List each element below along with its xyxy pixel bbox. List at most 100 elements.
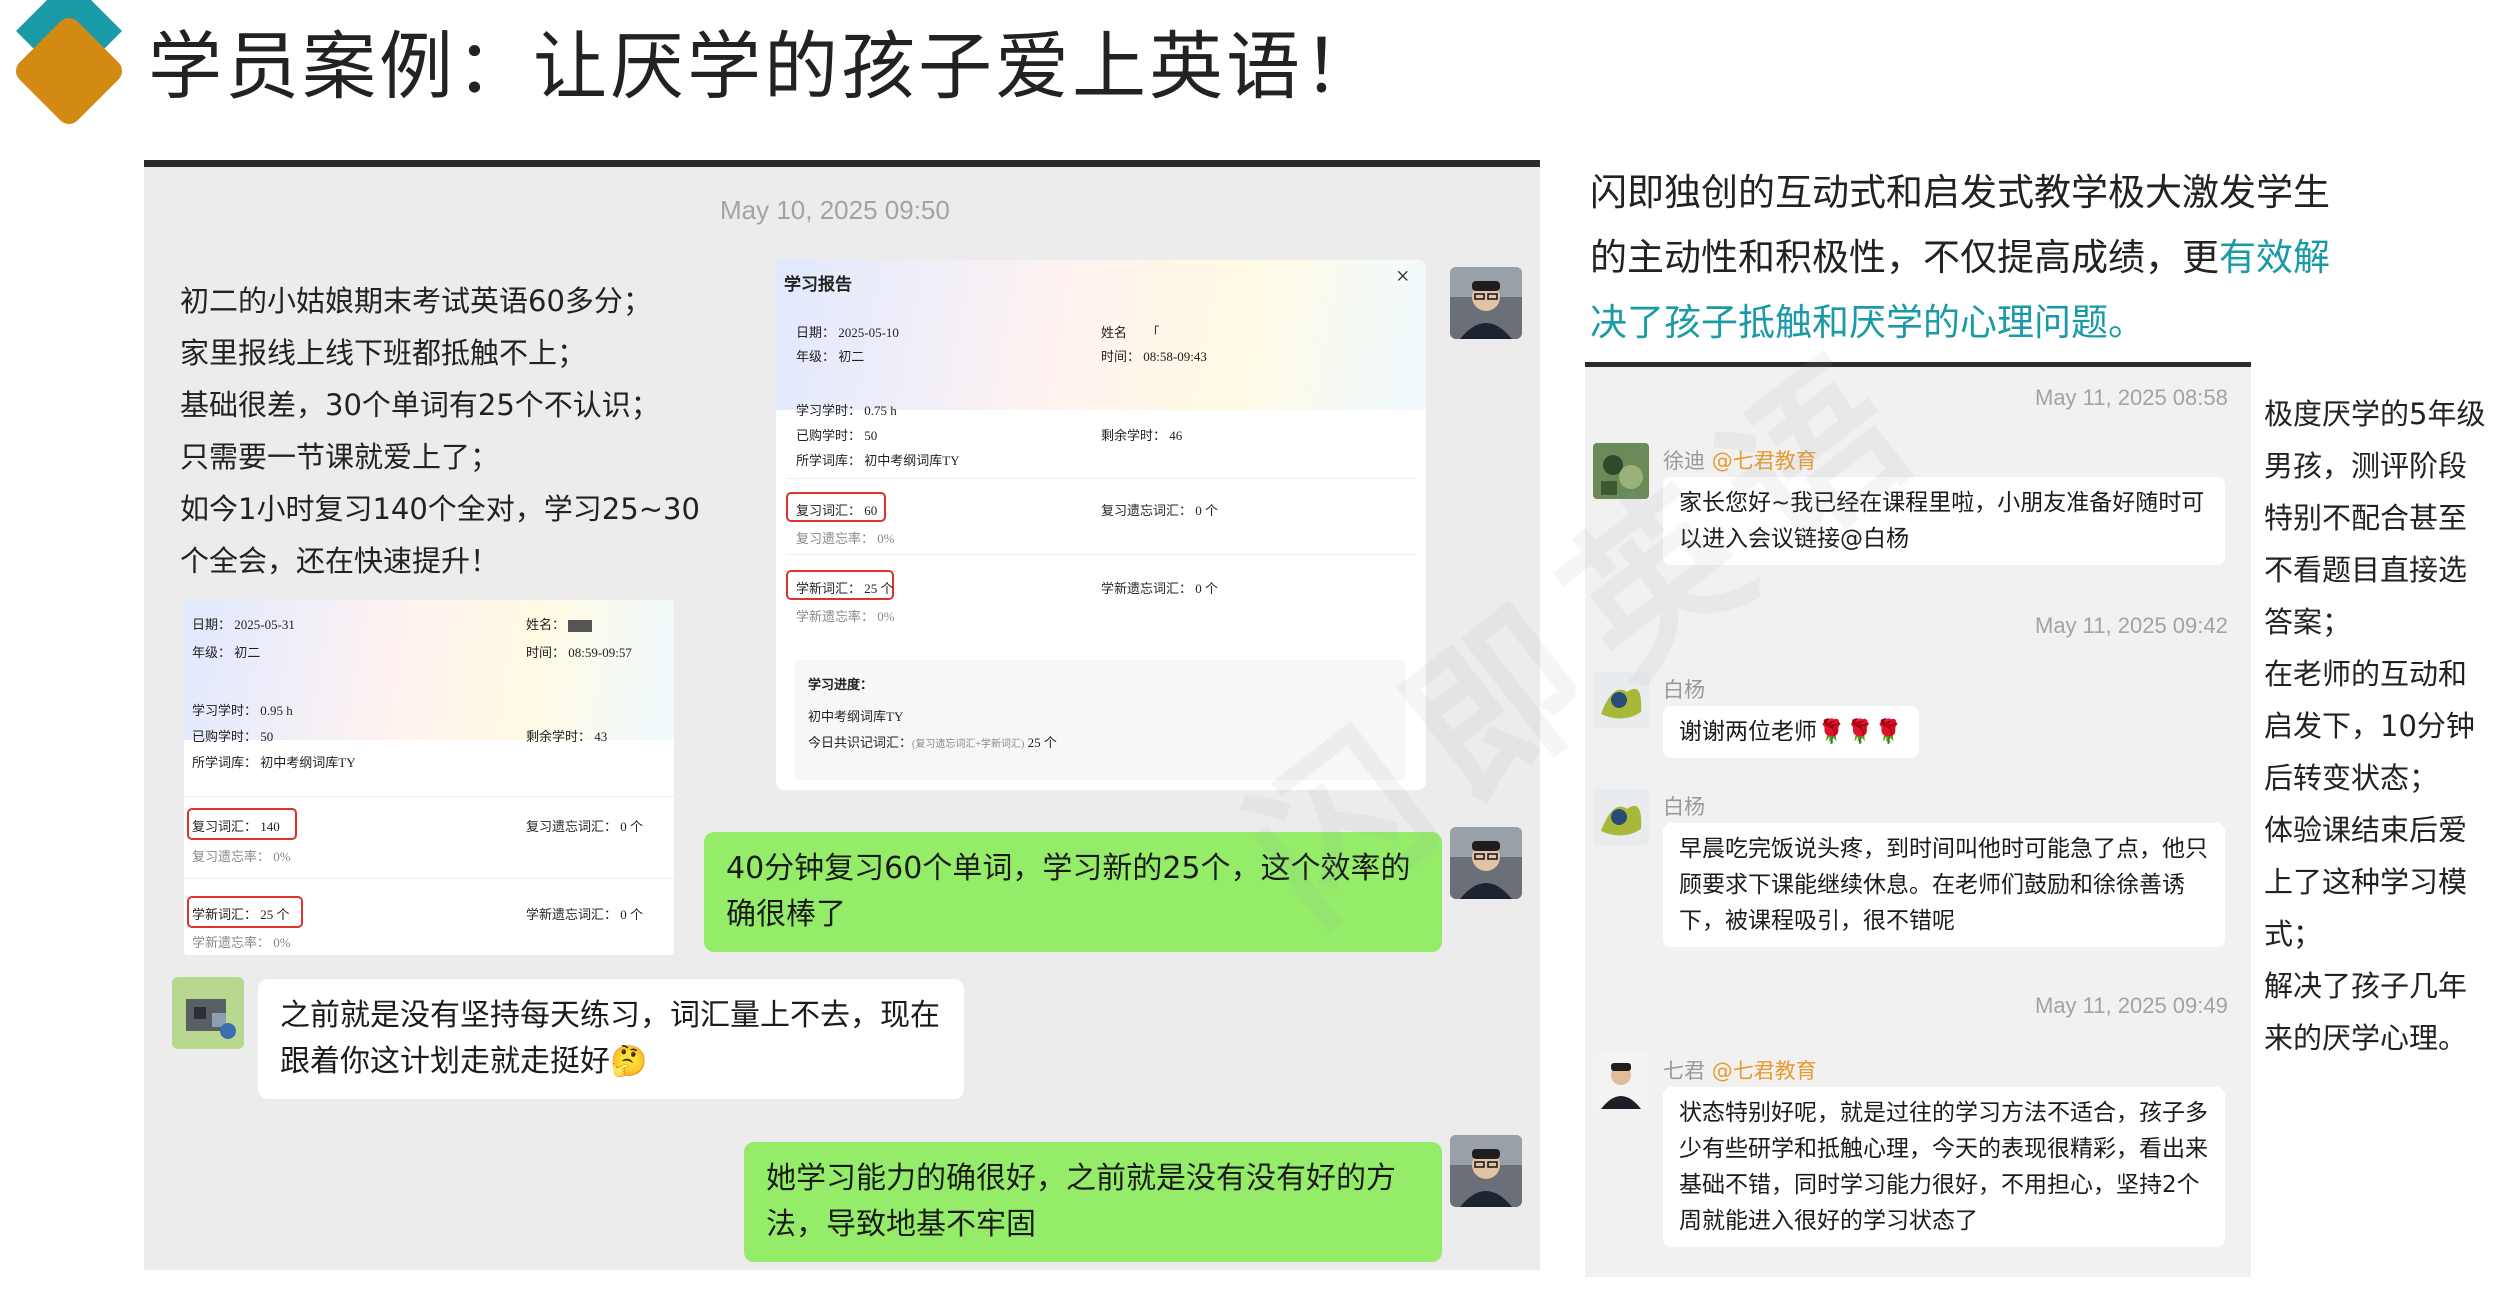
message-bubble-received[interactable]: 之前就是没有坚持每天练习，词汇量上不去，现在跟着你这计划走就走挺好🤔 [258, 979, 964, 1099]
label: 剩余学时： [1101, 428, 1167, 443]
summary-line: 在老师的互动和 [2264, 657, 2468, 691]
label: 今日共识记词汇： [808, 735, 913, 750]
report-new: 25 个 [260, 907, 290, 922]
intro-line: 初二的小姑娘期末考试英语60多分； [180, 284, 652, 318]
teacher-avatar[interactable] [1450, 267, 1522, 339]
summary-line: 特别不配合甚至 [2264, 501, 2468, 535]
report-review-rate: 0% [273, 849, 291, 864]
report-date: 2025-05-31 [234, 617, 295, 632]
brand-logo [14, 0, 124, 135]
summary-line: 上了这种学习模 [2264, 865, 2468, 899]
report-review-forget: 0 个 [1195, 503, 1219, 518]
report-review: 60 [864, 503, 878, 518]
summary-line: 答案； [2264, 605, 2352, 639]
summary-line: 来的厌学心理。 [2264, 1021, 2468, 1055]
report-time: 08:58-09:43 [1143, 349, 1207, 364]
chat-timestamp: May 11, 2025 08:58 [2035, 385, 2228, 410]
summary-line: 式； [2264, 917, 2323, 951]
report-bought: 50 [864, 428, 878, 443]
report-new: 25 个 [864, 581, 894, 596]
chat-timestamp: May 11, 2025 09:49 [2035, 993, 2228, 1018]
sender-name: 七君 [1663, 1059, 1705, 1083]
intro-line: 如今1小时复习140个全对，学习25~30 [180, 492, 700, 526]
report-name: 「 [1146, 325, 1160, 340]
description-highlight: 决了孩子抵触和厌学的心理问题。 [1590, 301, 2145, 344]
report-title: 学习报告 [784, 275, 852, 294]
chat-timestamp: May 11, 2025 09:42 [2035, 613, 2228, 638]
report-lib: 初中考纲词库TY [864, 453, 960, 468]
label: 时间： [526, 645, 566, 660]
label: 复习词汇： [192, 819, 258, 834]
summary-line: 启发下，10分钟 [2264, 709, 2475, 743]
progress-label: 学习进度： [808, 677, 874, 692]
right-description: 闪即独创的互动式和启发式教学极大激发学生 的主动性和积极性，不仅提高成绩，更有效… [1590, 160, 2330, 355]
sender-org: @七君教育 [1711, 1059, 1817, 1083]
label: 复习遗忘词汇： [526, 819, 618, 834]
label: 学习学时： [192, 703, 258, 718]
user-avatar[interactable] [1593, 789, 1649, 845]
description-line: 的主动性和积极性，不仅提高成绩，更 [1590, 236, 2219, 279]
label: 已购学时： [192, 729, 258, 744]
label: 学新遗忘词汇： [1101, 581, 1193, 596]
label: 复习词汇： [796, 503, 862, 518]
summary-line: 不看题目直接选 [2264, 553, 2468, 587]
label: 时间： [1101, 349, 1141, 364]
label: 年级： [796, 349, 836, 364]
label: 所学词库： [192, 755, 258, 770]
description-highlight: 有效解 [2219, 236, 2330, 279]
sender-name: 白杨 [1663, 795, 1705, 819]
report-time: 08:59-09:57 [568, 645, 632, 660]
report-new-forget: 0 个 [1195, 581, 1219, 596]
page-title: 学员案例：让厌学的孩子爱上英语！ [148, 24, 1380, 110]
report-hours: 0.95 h [260, 703, 293, 718]
message-bubble-received[interactable]: 谢谢两位老师🌹🌹🌹 [1663, 706, 1919, 758]
summary-line: 后转变状态； [2264, 761, 2439, 795]
report-review-forget: 0 个 [620, 819, 644, 834]
label: (复习遗忘词汇+学新词汇) [912, 739, 1025, 750]
report-grade: 初二 [234, 645, 261, 660]
close-icon[interactable]: × [1396, 264, 1410, 291]
user-avatar[interactable] [1593, 1053, 1649, 1109]
report-review-rate: 0% [877, 531, 895, 546]
summary-line: 男孩，测评阶段 [2264, 449, 2468, 483]
report-bought: 50 [260, 729, 274, 744]
report-new-rate: 0% [273, 935, 291, 950]
intro-line: 个全会，还在快速提升！ [180, 544, 500, 578]
parent-avatar[interactable] [172, 977, 244, 1049]
label: 姓名： [526, 617, 566, 632]
case-intro-text: 初二的小姑娘期末考试英语60多分； 家里报线上线下班都抵触不上； 基础很差，30… [180, 275, 700, 587]
label: 已购学时： [796, 428, 862, 443]
report-lib: 初中考纲词库TY [260, 755, 356, 770]
intro-line: 家里报线上线下班都抵触不上； [180, 336, 587, 370]
label: 学新遗忘率： [796, 609, 875, 624]
label: 复习遗忘率： [192, 849, 271, 864]
report-remain: 43 [594, 729, 608, 744]
label: 复习遗忘词汇： [1101, 503, 1193, 518]
summary-line: 体验课结束后爱 [2264, 813, 2468, 847]
summary-line: 解决了孩子几年 [2264, 969, 2468, 1003]
label: 复习遗忘率： [796, 531, 875, 546]
report-grade: 初二 [838, 349, 865, 364]
label: 姓名 [1101, 325, 1128, 340]
study-report-card-small[interactable]: 日期： 2025-05-31 年级： 初二 姓名： 时间： 08:59-09:5… [184, 600, 674, 955]
label: 学新词汇： [192, 907, 258, 922]
report-new-rate: 0% [877, 609, 895, 624]
label: 年级： [192, 645, 232, 660]
report-new-forget: 0 个 [620, 907, 644, 922]
progress-lib: 初中考纲词库TY [808, 709, 904, 724]
intro-line: 只需要一节课就爱上了； [180, 440, 500, 474]
label: 日期： [796, 325, 836, 340]
case-summary-text: 极度厌学的5年级 男孩，测评阶段 特别不配合甚至 不看题目直接选 答案； 在老师… [2264, 388, 2485, 1064]
teacher-avatar[interactable] [1450, 1135, 1522, 1207]
label: 日期： [192, 617, 232, 632]
report-remain: 46 [1169, 428, 1183, 443]
message-bubble-sent[interactable]: 她学习能力的确很好，之前就是没有没有好的方法，导致地基不牢固 [744, 1142, 1442, 1262]
report-date: 2025-05-10 [838, 325, 899, 340]
message-bubble-received[interactable]: 状态特别好呢，就是过往的学习方法不适合，孩子多少有些研学和抵触心理，今天的表现很… [1663, 1087, 2225, 1247]
message-bubble-received[interactable]: 早晨吃完饭说头疼，到时间叫他时可能急了点，他只顾要求下课能继续休息。在老师们鼓励… [1663, 823, 2225, 947]
report-hours: 0.75 h [864, 403, 897, 418]
intro-line: 基础很差，30个单词有25个不认识； [180, 388, 660, 422]
today-count: 25 个 [1027, 735, 1057, 750]
label: 学习学时： [796, 403, 862, 418]
redacted-name [568, 620, 593, 633]
